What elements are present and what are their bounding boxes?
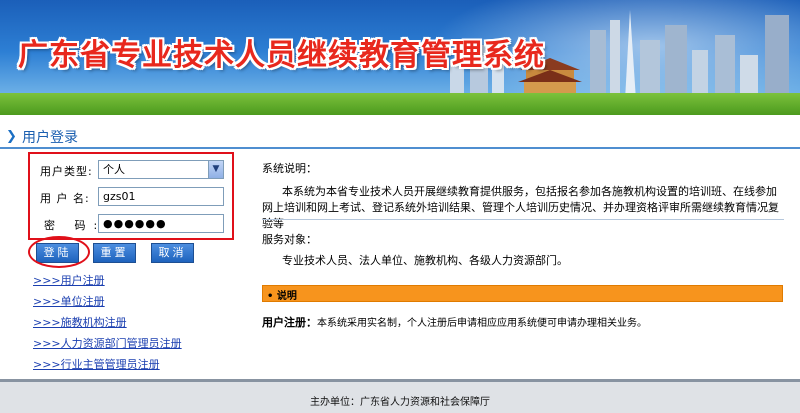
cancel-button[interactable]: 取消 xyxy=(151,243,194,263)
login-actions: 登陆 重置 取消 xyxy=(28,236,230,269)
dropdown-arrow-icon[interactable]: ▼ xyxy=(208,161,223,178)
system-desc-text: 本系统为本省专业技术人员开展继续教育提供服务，包括报名参加各施教机构设置的培训班… xyxy=(262,185,779,230)
password-input[interactable]: ●●●●●● xyxy=(98,214,224,233)
register-note: 用户注册：本系统采用实名制，个人注册后申请相应应用系统便可申请办理相关业务。 xyxy=(262,314,647,330)
chevron-right-icon: ❯ xyxy=(6,129,17,144)
password-label: 密 码: xyxy=(44,219,106,232)
unit-register-link[interactable]: >>>单位注册 xyxy=(33,295,263,316)
section-divider xyxy=(0,147,800,149)
username-label: 用 户 名: xyxy=(40,192,90,205)
login-button[interactable]: 登陆 xyxy=(36,243,79,263)
register-note-text: 本系统采用实名制，个人注册后申请相应应用系统便可申请办理相关业务。 xyxy=(317,318,647,329)
info-divider xyxy=(262,219,784,220)
password-row: 密 码: ●●●●●● xyxy=(30,214,232,234)
system-desc-title: 系统说明： xyxy=(262,162,317,175)
user-type-select[interactable]: 个人 ▼ xyxy=(98,160,224,179)
footer-text: 主办单位：广东省人力资源和社会保障厅 xyxy=(310,397,490,408)
login-form: 用户类型: 个人 ▼ 用 户 名: gzs01 密 码: ●●●●●● xyxy=(28,152,234,240)
section-title: 用户登录 xyxy=(22,130,78,146)
page-footer: 主办单位：广东省人力资源和社会保障厅 xyxy=(0,379,800,413)
service-target-title: 服务对象： xyxy=(262,233,317,246)
registration-links: >>>用户注册 >>>单位注册 >>>施教机构注册 >>>人力资源部门管理员注册… xyxy=(33,274,263,379)
institution-register-link[interactable]: >>>施教机构注册 xyxy=(33,316,263,337)
reset-button[interactable]: 重置 xyxy=(93,243,136,263)
system-title: 广东省专业技术人员继续教育管理系统 xyxy=(18,38,545,73)
username-input[interactable]: gzs01 xyxy=(98,187,224,206)
user-type-value: 个人 xyxy=(103,163,125,176)
notice-bar-title: • 说明 xyxy=(267,291,297,302)
hr-admin-register-link[interactable]: >>>人力资源部门管理员注册 xyxy=(33,337,263,358)
username-row: 用 户 名: gzs01 xyxy=(30,187,232,207)
grass-strip xyxy=(0,93,800,115)
header-banner: 广东省专业技术人员继续教育管理系统 xyxy=(0,0,800,115)
user-register-link[interactable]: >>>用户注册 xyxy=(33,274,263,295)
service-target-text: 专业技术人员、法人单位、施教机构、各级人力资源部门。 xyxy=(282,254,568,267)
notice-bar: • 说明 xyxy=(262,285,783,302)
section-header: ❯ 用户登录 xyxy=(0,124,800,149)
register-note-label: 用户注册： xyxy=(262,316,317,329)
industry-admin-register-link[interactable]: >>>行业主管管理员注册 xyxy=(33,358,263,379)
user-type-label: 用户类型: xyxy=(40,165,93,178)
user-type-row: 用户类型: 个人 ▼ xyxy=(30,160,232,180)
